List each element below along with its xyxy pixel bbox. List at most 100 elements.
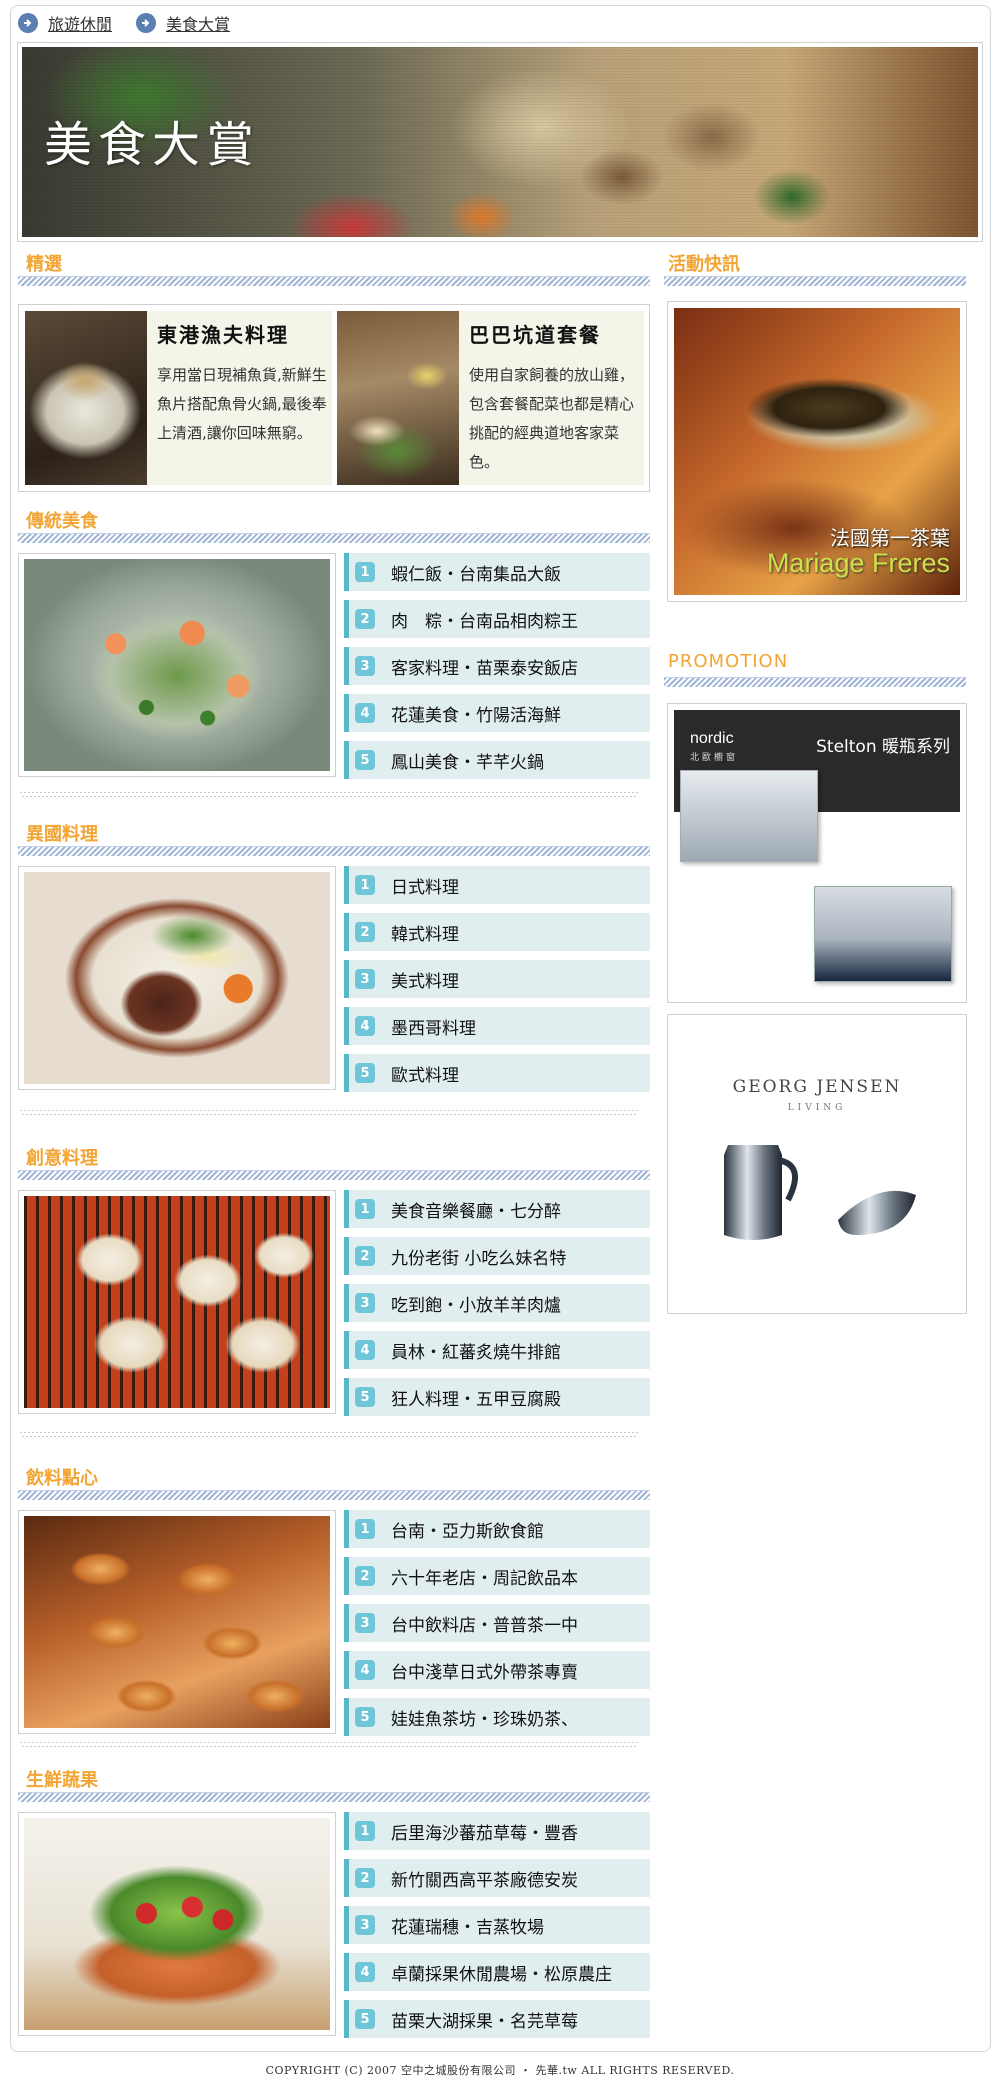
list-item[interactable]: 3 客家料理・苗栗泰安飯店	[344, 647, 650, 685]
tea-photo: 法國第一茶葉 Mariage Freres	[674, 308, 960, 595]
number-badge: 3	[355, 1915, 375, 1935]
list-item-label: 美食音樂餐廳・七分醉	[391, 1201, 561, 1222]
list-item-label: 肉 粽・台南品相肉粽王	[391, 611, 578, 632]
list-item[interactable]: 2 新竹關西高平茶廠德安炭	[344, 1859, 650, 1897]
list-item-label: 台中淺草日式外帶茶專賣	[391, 1662, 578, 1683]
footer-copyright: COPYRIGHT (C) 2007 空中之城股份有限公司 ‧ 先華.tw AL…	[265, 2064, 735, 2077]
list-item[interactable]: 3 吃到飽・小放羊羊肉爐	[344, 1284, 650, 1322]
list-item-label: 墨西哥料理	[391, 1018, 476, 1039]
list-item-label: 卓蘭採果休閒農場・松原農庄	[391, 1964, 612, 1985]
category-photo	[18, 1510, 336, 1734]
section-bar	[18, 1170, 650, 1180]
list-item[interactable]: 3 台中飲料店・普普茶一中	[344, 1604, 650, 1642]
breadcrumb-link-food[interactable]: 美食大賞	[166, 11, 230, 35]
section-bar	[18, 1490, 650, 1500]
number-badge: 1	[355, 875, 375, 895]
list-item[interactable]: 3 花蓮瑞穗・吉蒸牧場	[344, 1906, 650, 1944]
list-item[interactable]: 5 娃娃魚茶坊・珍珠奶茶、	[344, 1698, 650, 1736]
list-item-label: 新竹關西高平茶廠德安炭	[391, 1870, 578, 1891]
tea-promo-banner[interactable]: 法國第一茶葉 Mariage Freres	[667, 301, 967, 602]
list-item-label: 花蓮瑞穗・吉蒸牧場	[391, 1917, 544, 1938]
list-item[interactable]: 1 台南・亞力斯飲食館	[344, 1510, 650, 1548]
section-bar	[664, 276, 966, 286]
number-badge: 2	[355, 1868, 375, 1888]
section-title: 飲料點心	[26, 1468, 98, 1489]
list-item[interactable]: 1 日式料理	[344, 866, 650, 904]
section-heading-drinks: 飲料點心	[18, 1460, 650, 1500]
section-title: 活動快訊	[668, 254, 740, 275]
number-badge: 3	[355, 1613, 375, 1633]
number-badge: 1	[355, 1199, 375, 1219]
number-badge: 3	[355, 1293, 375, 1313]
number-badge: 3	[355, 656, 375, 676]
product-set-photo	[814, 886, 952, 982]
number-badge: 2	[355, 1246, 375, 1266]
section-heading-foreign: 異國料理	[18, 816, 650, 856]
hero-title: 美食大賞	[44, 117, 261, 173]
thermos-photo	[680, 770, 818, 862]
number-badge: 4	[355, 1016, 375, 1036]
divider	[20, 1110, 638, 1116]
list-item[interactable]: 1 蝦仁飯・台南集品大飯	[344, 553, 650, 591]
georg-sub: LIVING	[787, 1103, 847, 1113]
category-list: 1 日式料理 2 韓式料理 3 美式料理 4 墨西哥料理 5 歐式料理	[344, 866, 650, 1101]
list-item[interactable]: 4 花蓮美食・竹陽活海鮮	[344, 694, 650, 732]
featured-item[interactable]: 巴巴坑道套餐 使用自家飼養的放山雞，包含套餐配菜也都是精心挑配的經典道地客家菜色…	[337, 311, 644, 485]
number-badge: 2	[355, 922, 375, 942]
list-item[interactable]: 5 歐式料理	[344, 1054, 650, 1092]
number-badge: 5	[355, 1707, 375, 1727]
list-item[interactable]: 2 韓式料理	[344, 913, 650, 951]
section-title: 生鮮蔬果	[26, 1770, 98, 1791]
list-item[interactable]: 4 員林・紅蕃炙燒牛排館	[344, 1331, 650, 1369]
list-item[interactable]: 5 苗栗大湖採果・名芫草莓	[344, 2000, 650, 2038]
list-item-label: 台中飲料店・普普茶一中	[391, 1615, 578, 1636]
section-bar	[18, 276, 650, 286]
list-item[interactable]: 4 台中淺草日式外帶茶專賣	[344, 1651, 650, 1689]
hero-banner: 美食大賞	[17, 42, 983, 242]
number-badge: 5	[355, 1387, 375, 1407]
category-list: 1 蝦仁飯・台南集品大飯 2 肉 粽・台南品相肉粽王 3 客家料理・苗栗泰安飯店 4花…	[344, 553, 650, 788]
section-bar	[664, 677, 966, 687]
list-item[interactable]: 1 美食音樂餐廳・七分醉	[344, 1190, 650, 1228]
list-item-label: 台南・亞力斯飲食館	[391, 1521, 544, 1542]
list-item[interactable]: 3 美式料理	[344, 960, 650, 998]
featured-text: 享用當日現補魚貨,新鮮生魚片搭配魚骨火鍋,最後奉上清酒,讓你回味無窮。	[157, 366, 327, 442]
number-badge: 1	[355, 562, 375, 582]
georg-brand: GEORG JENSEN	[732, 1077, 902, 1097]
number-badge: 4	[355, 1340, 375, 1360]
category-list: 1 后里海沙蕃茄草莓・豐香 2 新竹關西高平茶廠德安炭 3 花蓮瑞穗・吉蒸牧場 4 卓蘭…	[344, 1812, 650, 2047]
number-badge: 1	[355, 1519, 375, 1539]
number-badge: 2	[355, 1566, 375, 1586]
nordic-sub: 北歐櫥窗	[690, 753, 739, 763]
list-item[interactable]: 2 九份老街 小吃么妹名特	[344, 1237, 650, 1275]
list-item[interactable]: 4 卓蘭採果休閒農場・松原農庄	[344, 1953, 650, 1991]
jug-and-bowl-icon	[724, 1145, 916, 1240]
list-item[interactable]: 5 狂人料理・五甲豆腐殿	[344, 1378, 650, 1416]
list-item-label: 員林・紅蕃炙燒牛排館	[391, 1342, 561, 1363]
list-item[interactable]: 2 肉 粽・台南品相肉粽王	[344, 600, 650, 638]
category-photo	[18, 1812, 336, 2036]
list-item[interactable]: 4 墨西哥料理	[344, 1007, 650, 1045]
stelton-promo-banner[interactable]: nordic 北歐櫥窗 Stelton 暖瓶系列	[667, 703, 967, 1003]
list-item-label: 花蓮美食・竹陽活海鮮	[391, 705, 561, 726]
list-item[interactable]: 5 鳳山美食・芊芊火鍋	[344, 741, 650, 779]
list-item-label: 韓式料理	[391, 924, 459, 945]
featured-box: 東港漁夫料理 享用當日現補魚貨,新鮮生魚片搭配魚骨火鍋,最後奉上清酒,讓你回味無…	[18, 304, 650, 492]
number-badge: 5	[355, 2009, 375, 2029]
divider	[20, 792, 638, 798]
number-badge: 4	[355, 1962, 375, 1982]
list-item-label: 娃娃魚茶坊・珍珠奶茶、	[391, 1709, 578, 1730]
list-item[interactable]: 1 后里海沙蕃茄草莓・豐香	[344, 1812, 650, 1850]
section-title: PROMOTION	[668, 651, 789, 672]
section-bar	[18, 1792, 650, 1802]
breadcrumb-link-travel[interactable]: 旅遊休閒	[48, 11, 112, 35]
featured-item[interactable]: 東港漁夫料理 享用當日現補魚貨,新鮮生魚片搭配魚骨火鍋,最後奉上清酒,讓你回味無…	[25, 311, 332, 485]
section-heading-traditional: 傳統美食	[18, 503, 650, 543]
section-title: 精選	[26, 254, 62, 275]
section-heading-featured: 精選	[18, 246, 650, 286]
list-item[interactable]: 2 六十年老店・周記飲品本	[344, 1557, 650, 1595]
divider	[20, 1432, 638, 1438]
list-item-label: 六十年老店・周記飲品本	[391, 1568, 578, 1589]
georg-jensen-banner[interactable]: GEORG JENSEN LIVING	[667, 1014, 967, 1314]
category-photo	[18, 1190, 336, 1414]
